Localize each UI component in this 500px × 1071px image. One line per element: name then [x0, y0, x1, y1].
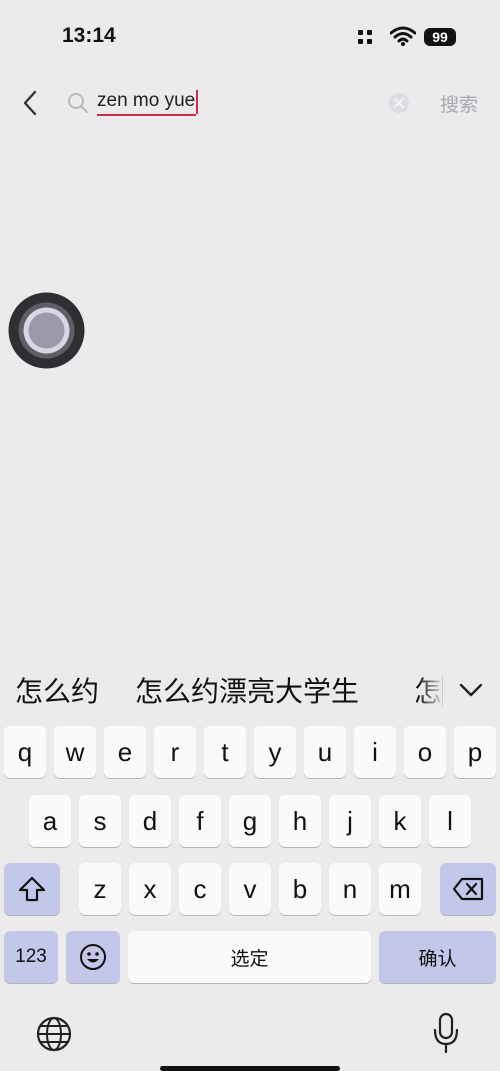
search-input[interactable]: zen mo yue: [97, 90, 195, 112]
key-g[interactable]: g: [229, 795, 271, 847]
backspace-icon: [452, 877, 484, 901]
numbers-key-label: 123: [15, 946, 47, 967]
key-n[interactable]: n: [329, 863, 371, 915]
shift-icon: [18, 876, 46, 902]
confirm-key-label: 确认: [418, 948, 457, 970]
key-z[interactable]: z: [79, 863, 121, 915]
candidate-divider: [442, 676, 443, 706]
key-f[interactable]: f: [179, 795, 221, 847]
key-x[interactable]: x: [129, 863, 171, 915]
shift-key[interactable]: [4, 863, 60, 915]
assistive-touch-button[interactable]: [8, 292, 85, 369]
status-bar: 13:14 99: [0, 0, 500, 70]
wifi-icon: [390, 26, 416, 46]
key-m[interactable]: m: [379, 863, 421, 915]
chevron-down-icon[interactable]: [457, 678, 485, 702]
key-c[interactable]: c: [179, 863, 221, 915]
confirm-key[interactable]: 确认: [379, 931, 496, 983]
key-h[interactable]: h: [279, 795, 321, 847]
key-l[interactable]: l: [429, 795, 471, 847]
candidate-item[interactable]: 怎么约漂亮大学生: [135, 670, 359, 710]
search-icon: [68, 93, 88, 113]
search-button[interactable]: 搜索: [440, 90, 478, 117]
keyboard: q w e r t y u i o p a s d f g h j k l z …: [0, 722, 500, 1071]
space-key[interactable]: 选定: [128, 931, 371, 983]
candidate-bar: 怎么约 怎么约漂亮大学生 怎: [0, 658, 500, 722]
key-q[interactable]: q: [4, 726, 46, 778]
key-a[interactable]: a: [29, 795, 71, 847]
space-key-label: 选定: [230, 948, 269, 970]
microphone-icon[interactable]: [430, 1012, 462, 1054]
candidate-item[interactable]: 怎么约: [15, 670, 99, 710]
key-j[interactable]: j: [329, 795, 371, 847]
key-u[interactable]: u: [304, 726, 346, 778]
key-o[interactable]: o: [404, 726, 446, 778]
text-cursor: [196, 90, 198, 114]
key-v[interactable]: v: [229, 863, 271, 915]
key-p[interactable]: p: [454, 726, 496, 778]
key-r[interactable]: r: [154, 726, 196, 778]
candidate-fade: [418, 658, 444, 722]
key-k[interactable]: k: [379, 795, 421, 847]
key-y[interactable]: y: [254, 726, 296, 778]
home-indicator: [160, 1066, 340, 1071]
signal-icon: [358, 30, 372, 44]
backspace-key[interactable]: [440, 863, 496, 915]
composition-underline: [97, 114, 196, 116]
status-time: 13:14: [62, 24, 116, 47]
key-e[interactable]: e: [104, 726, 146, 778]
key-b[interactable]: b: [279, 863, 321, 915]
key-d[interactable]: d: [129, 795, 171, 847]
key-i[interactable]: i: [354, 726, 396, 778]
battery-indicator: 99: [424, 28, 456, 46]
emoji-key[interactable]: [66, 931, 120, 983]
search-bar: zen mo yue 搜索: [0, 80, 500, 126]
globe-icon[interactable]: [35, 1015, 73, 1053]
key-w[interactable]: w: [54, 726, 96, 778]
clear-icon[interactable]: [388, 92, 410, 114]
key-s[interactable]: s: [79, 795, 121, 847]
emoji-icon: [80, 944, 106, 970]
numbers-key[interactable]: 123: [4, 931, 58, 983]
back-icon[interactable]: [18, 88, 42, 118]
key-t[interactable]: t: [204, 726, 246, 778]
